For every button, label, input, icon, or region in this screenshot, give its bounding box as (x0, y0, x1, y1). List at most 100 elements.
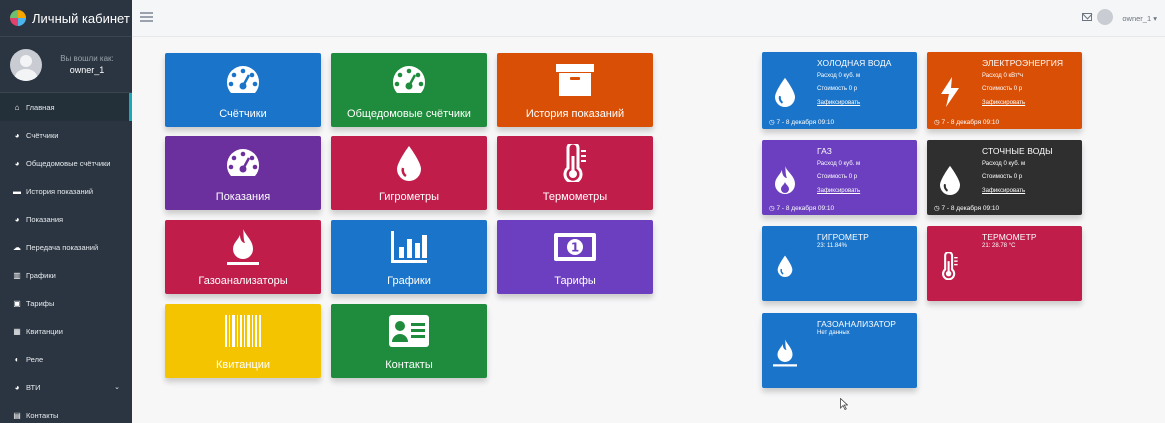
sidebar-item-label: Графики (26, 270, 56, 280)
contact-icon: ▤ (13, 410, 21, 420)
sidebar-item-submit-readings[interactable]: ☁ Передача показаний (0, 233, 132, 261)
tile-house-meters[interactable]: Общедомовые счётчики (331, 53, 487, 127)
mail-icon[interactable] (1082, 13, 1092, 21)
card-date: ◷ 7 - 8 декабря 09:10 (934, 119, 1000, 126)
sidebar-item-meters[interactable]: ◕ Счётчики (0, 121, 132, 149)
user-panel: Вы вошли как: owner_1 (0, 37, 132, 93)
logo-icon (10, 10, 26, 26)
sidebar-item-tariffs[interactable]: ▣ Тарифы (0, 289, 132, 317)
tile-thermometers[interactable]: Термометры (497, 136, 653, 210)
tile-label: Показания (215, 191, 271, 203)
tile-charts[interactable]: Графики (331, 220, 487, 294)
tile-label: Контакты (385, 359, 433, 371)
sidebar-item-label: ВТИ (26, 382, 41, 392)
tile-contacts[interactable]: Контакты (331, 304, 487, 378)
card-title: ГИГРОМЕТР (817, 232, 869, 242)
card-date: ◷ 7 - 8 декабря 09:10 (934, 205, 1000, 212)
sidebar-item-label: Передача показаний (26, 242, 99, 252)
tile-label: Счётчики (219, 108, 267, 120)
gauge-icon: ◕ (14, 214, 20, 224)
card-title: ХОЛОДНАЯ ВОДА (817, 58, 892, 68)
sidebar-item-label: Контакты (26, 410, 59, 420)
card-usage: Расход 0 кВт*ч (982, 73, 1024, 79)
money-icon: 1 (497, 228, 653, 266)
barcode-icon: ▦ (13, 326, 21, 336)
fix-link[interactable]: Зафиксировать (817, 100, 860, 106)
barcode-icon (165, 312, 321, 350)
archive-icon: ▬ (13, 186, 21, 196)
menu-toggle-icon[interactable] (140, 12, 153, 22)
tile-tariffs[interactable]: 1 Тарифы (497, 220, 653, 294)
tile-label: Гигрометры (378, 191, 440, 203)
sidebar-item-vti[interactable]: ◕ ВТИ ⌄ (0, 373, 132, 401)
card-hygrometer: ГИГРОМЕТР 23: 11.84% (762, 226, 917, 301)
app-title: Личный кабинет (32, 10, 130, 26)
card-cost: Стоимость 0 р (982, 174, 1023, 180)
card-sewage: СТОЧНЫЕ ВОДЫ Расход 0 куб. м Стоимость 0… (927, 140, 1082, 215)
tile-label: Тарифы (554, 275, 596, 287)
gauge-icon: ◕ (14, 158, 20, 168)
sidebar-item-history[interactable]: ▬ История показаний (0, 177, 132, 205)
sidebar-item-house-meters[interactable]: ◕ Общедомовые счётчики (0, 149, 132, 177)
card-cost: Стоимость 0 р (817, 174, 858, 180)
sidebar-item-label: Реле (26, 354, 44, 364)
card-value: 21: 28.78 °C (982, 243, 1016, 249)
card-value: Нет данных (817, 330, 850, 336)
card-title: ГАЗОАНАЛИЗАТОР (817, 319, 897, 329)
card-cost: Стоимость 0 р (982, 86, 1023, 92)
sidebar-item-label: Счётчики (26, 130, 59, 140)
sidebar-item-receipts[interactable]: ▦ Квитанции (0, 317, 132, 345)
tile-label: Квитанции (215, 359, 271, 371)
main-content: Счётчики Общедомовые счётчики История по… (132, 37, 1165, 423)
sidebar: Личный кабинет Вы вошли как: owner_1 ⌂ Гл… (0, 0, 132, 423)
card-gas: ГАЗ Расход 0 куб. м Стоимость 0 р Зафикс… (762, 140, 917, 215)
sidebar-item-home[interactable]: ⌂ Главная (0, 93, 132, 121)
tile-meters[interactable]: Счётчики (165, 53, 321, 127)
thermometer-icon (497, 144, 653, 182)
tile-hygrometers[interactable]: Гигрометры (331, 136, 487, 210)
card-usage: Расход 0 куб. м (817, 161, 861, 167)
tile-readings[interactable]: Показания (165, 136, 321, 210)
drop-icon (770, 74, 800, 110)
svg-text:1: 1 (571, 241, 579, 255)
tile-gas-analyzers[interactable]: Газоанализаторы (165, 220, 321, 294)
sidebar-item-label: История показаний (26, 186, 94, 196)
card-value: 23: 11.84% (817, 243, 847, 249)
sidebar-item-relay[interactable]: ◐ Реле (0, 345, 132, 373)
fix-link[interactable]: Зафиксировать (982, 100, 1025, 106)
sidebar-item-label: Тарифы (26, 298, 55, 308)
toggle-icon: ◐ (14, 354, 20, 364)
card-date: ◷ 7 - 8 декабря 09:10 (769, 119, 835, 126)
fix-link[interactable]: Зафиксировать (982, 188, 1025, 194)
tile-label: Термометры (542, 191, 608, 203)
card-gas-analyzer: ГАЗОАНАЛИЗАТОР Нет данных (762, 313, 917, 388)
logged-in-label: Вы вошли как: (60, 54, 114, 63)
tile-receipts[interactable]: Квитанции (165, 304, 321, 378)
card-cold-water: ХОЛОДНАЯ ВОДА Расход 0 куб. м Стоимость … (762, 52, 917, 129)
drop-icon (331, 144, 487, 182)
home-icon: ⌂ (14, 102, 20, 112)
sidebar-item-label: Общедомовые счётчики (26, 158, 111, 168)
bar-chart-icon (331, 228, 487, 266)
fix-link[interactable]: Зафиксировать (817, 188, 860, 194)
avatar[interactable] (1097, 9, 1113, 25)
card-thermometer: ТЕРМОМЕТР 21: 28.78 °C (927, 226, 1082, 301)
avatar (10, 48, 42, 81)
sidebar-item-contacts[interactable]: ▤ Контакты (0, 401, 132, 423)
sidebar-header[interactable]: Личный кабинет (0, 0, 132, 37)
sidebar-item-readings[interactable]: ◕ Показания (0, 205, 132, 233)
sidebar-item-charts[interactable]: ▥ Графики (0, 261, 132, 289)
user-menu[interactable]: owner_1 ▾ (1122, 14, 1157, 23)
money-icon: ▣ (13, 298, 21, 308)
sidebar-item-label: Главная (26, 102, 55, 112)
bolt-icon (935, 74, 965, 110)
gauge-icon: ◕ (14, 382, 20, 392)
card-title: ГАЗ (817, 146, 833, 156)
sidebar-item-label: Показания (26, 214, 64, 224)
gauge-icon (331, 61, 487, 99)
drop-icon (935, 162, 965, 198)
tile-history[interactable]: История показаний (497, 53, 653, 127)
chart-icon: ▥ (13, 270, 21, 280)
tile-label: Графики (387, 275, 431, 287)
card-usage: Расход 0 куб. м (982, 161, 1026, 167)
